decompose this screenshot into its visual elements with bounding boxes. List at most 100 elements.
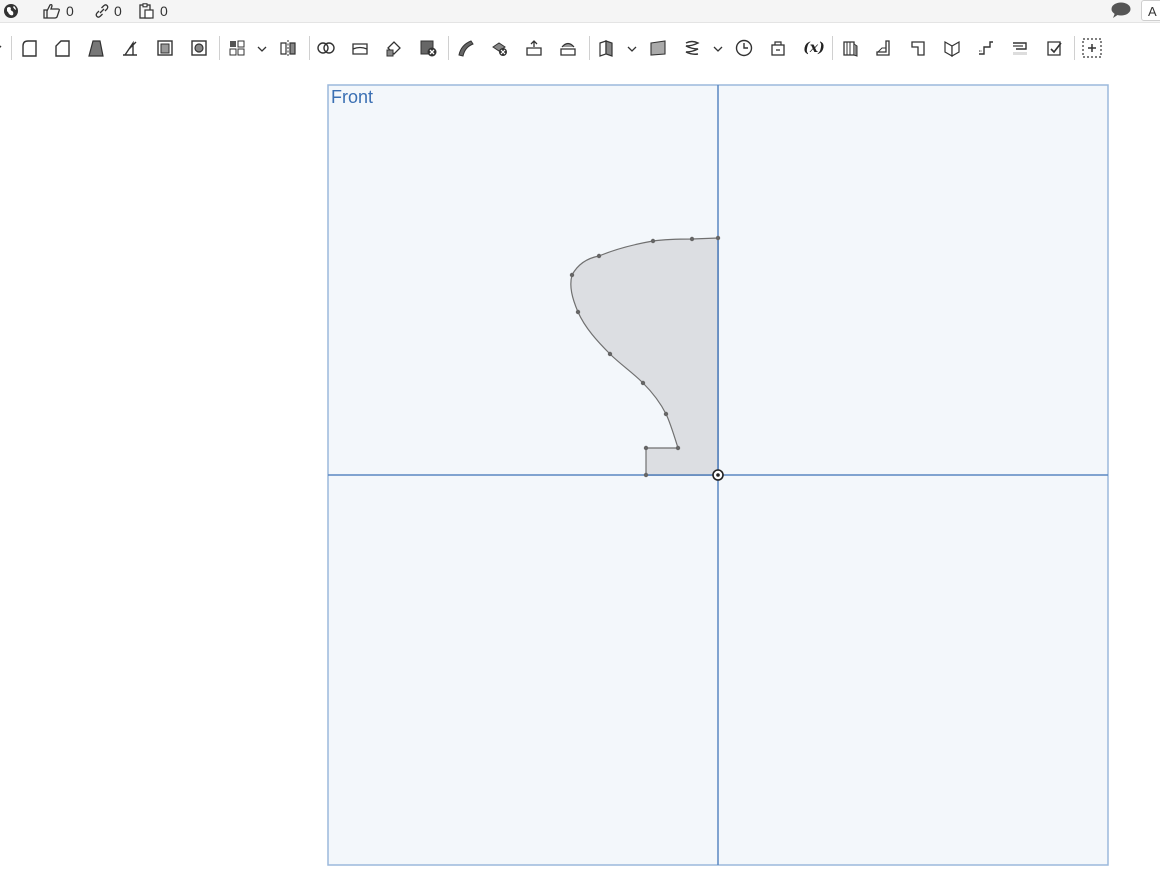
sheet-metal-tool[interactable]: [839, 37, 861, 59]
comments-button[interactable]: [1110, 1, 1132, 19]
transform-icon: [386, 41, 401, 57]
draft-icon: [88, 40, 104, 57]
sketch-point[interactable]: [569, 272, 575, 278]
sketch-point[interactable]: [643, 445, 649, 451]
delete-face-tool[interactable]: [489, 37, 511, 59]
shell-icon: [157, 40, 173, 56]
delete-part-icon: [420, 40, 437, 57]
tab-tool[interactable]: [907, 37, 929, 59]
chevron-down-icon: [0, 45, 2, 48]
flange-tool[interactable]: [873, 37, 895, 59]
sketch-point[interactable]: [596, 253, 602, 259]
copies-stat[interactable]: 0: [138, 2, 168, 20]
toolbar-separator: [1074, 36, 1075, 60]
sheet-metal-icon: [843, 41, 858, 57]
shell-tool[interactable]: [154, 37, 176, 59]
offset-surface-icon: [650, 40, 666, 56]
add-custom-feature-button[interactable]: [1081, 37, 1103, 59]
move-face-tool[interactable]: [523, 37, 545, 59]
toolbar-separator: [11, 36, 12, 60]
helix-icon: [685, 40, 700, 55]
mate-connector-icon: [735, 39, 753, 57]
replace-face-tool[interactable]: [557, 37, 579, 59]
link-icon: [95, 4, 109, 18]
add-custom-feature-icon: [1082, 38, 1102, 58]
rib-tool[interactable]: [119, 37, 141, 59]
hole-icon: [191, 40, 207, 56]
sketch-canvas[interactable]: [0, 66, 1160, 881]
feature-toolbar: (x): [0, 30, 1160, 66]
chevron-down-icon: [257, 46, 267, 52]
linear-pattern-tool[interactable]: [226, 37, 248, 59]
measure-icon: [771, 41, 785, 56]
speech-bubble-icon: [1111, 2, 1131, 18]
helix-dropdown[interactable]: [712, 42, 724, 54]
draft-tool[interactable]: [85, 37, 107, 59]
modify-fillet-icon: [458, 40, 474, 57]
public-status[interactable]: [3, 2, 19, 20]
links-count: 0: [114, 3, 122, 19]
front-plane-label[interactable]: Front: [331, 87, 373, 108]
plane-icon: [599, 40, 613, 57]
replace-face-icon: [560, 42, 576, 56]
transform-tool[interactable]: [383, 37, 405, 59]
flange-icon: [876, 40, 890, 56]
sketch-point[interactable]: [715, 235, 721, 241]
move-face-icon: [526, 40, 542, 56]
top-status-bar: 0 0 0 A: [0, 0, 1160, 23]
likes-stat[interactable]: 0: [42, 2, 74, 20]
split-tool[interactable]: [349, 37, 371, 59]
sketch-point[interactable]: [663, 411, 669, 417]
sketch-point[interactable]: [643, 472, 649, 478]
top-right-field[interactable]: A: [1141, 0, 1160, 21]
mirror-tool[interactable]: [277, 37, 299, 59]
modify-fillet-tool[interactable]: [455, 37, 477, 59]
clipboard-icon: [139, 3, 154, 19]
split-icon: [352, 43, 368, 55]
offset-surface-tool[interactable]: [647, 37, 669, 59]
globe-icon: [4, 4, 18, 18]
copies-count: 0: [160, 3, 168, 19]
measure-tool[interactable]: [767, 37, 789, 59]
fillet-tool[interactable]: [18, 37, 40, 59]
mate-connector-tool[interactable]: [733, 37, 755, 59]
boolean-icon: [317, 42, 335, 54]
hem-icon: [1013, 42, 1027, 55]
delete-part-tool[interactable]: [417, 37, 439, 59]
chevron-down-icon: [627, 46, 637, 52]
toolbar-separator: [309, 36, 310, 60]
chamfer-icon: [55, 40, 70, 57]
sketch-point[interactable]: [607, 351, 613, 357]
joggle-tool[interactable]: [975, 37, 997, 59]
pattern-dropdown[interactable]: [256, 42, 268, 54]
links-stat[interactable]: 0: [94, 2, 122, 20]
sketch-point[interactable]: [675, 445, 681, 451]
finish-sheet-tool[interactable]: [1043, 37, 1065, 59]
sketch-point[interactable]: [640, 380, 646, 386]
origin-icon[interactable]: [712, 469, 724, 481]
chevron-down-icon: [713, 46, 723, 52]
sketch-point[interactable]: [689, 236, 695, 242]
sketch-point[interactable]: [650, 238, 656, 244]
fillet-icon: [22, 40, 37, 57]
variable-icon: (x): [803, 40, 825, 56]
hem-tool[interactable]: [1009, 37, 1031, 59]
finish-sheet-icon: [1047, 41, 1062, 56]
rib-icon: [123, 40, 137, 56]
graphics-viewport[interactable]: Front: [0, 66, 1160, 881]
tab-icon: [911, 41, 925, 56]
toolbar-overflow-chevron[interactable]: [0, 37, 8, 59]
chamfer-tool[interactable]: [51, 37, 73, 59]
toolbar-separator: [832, 36, 833, 60]
joggle-icon: [979, 41, 993, 55]
variable-tool[interactable]: (x): [801, 37, 827, 59]
hole-tool[interactable]: [188, 37, 210, 59]
corner-tool[interactable]: [941, 37, 963, 59]
helix-tool[interactable]: [681, 37, 703, 59]
boolean-tool[interactable]: [315, 37, 337, 59]
toolbar-separator: [448, 36, 449, 60]
sketch-point[interactable]: [575, 309, 581, 315]
plane-tool[interactable]: [595, 37, 617, 59]
delete-face-icon: [492, 42, 507, 56]
plane-dropdown[interactable]: [626, 42, 638, 54]
